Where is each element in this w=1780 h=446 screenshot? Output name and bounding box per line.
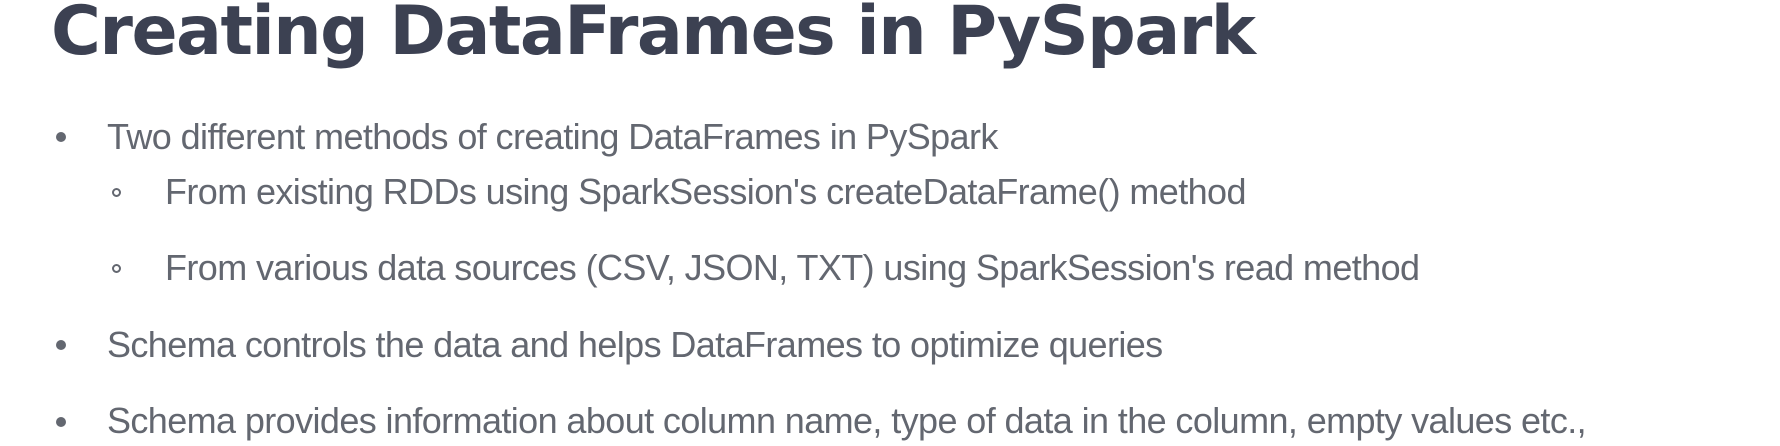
- sub-bullet-text: From existing RDDs using SparkSession's …: [165, 171, 1246, 212]
- bullet-dot-icon: [56, 417, 66, 427]
- slide-title: Creating DataFrames in PySpark: [51, 0, 1256, 71]
- sub-bullet-ring-icon: [112, 188, 121, 197]
- slide: Creating DataFrames in PySpark Two diffe…: [0, 0, 1780, 446]
- bullet-text: Two different methods of creating DataFr…: [107, 116, 998, 157]
- bullet-dot-icon: [56, 340, 66, 350]
- bullet-text: Schema provides information about column…: [107, 400, 1587, 441]
- bullet-text: Schema controls the data and helps DataF…: [107, 324, 1163, 365]
- bullet-dot-icon: [56, 132, 66, 142]
- sub-bullet-text: From various data sources (CSV, JSON, TX…: [165, 247, 1420, 288]
- sub-bullet-ring-icon: [112, 264, 121, 273]
